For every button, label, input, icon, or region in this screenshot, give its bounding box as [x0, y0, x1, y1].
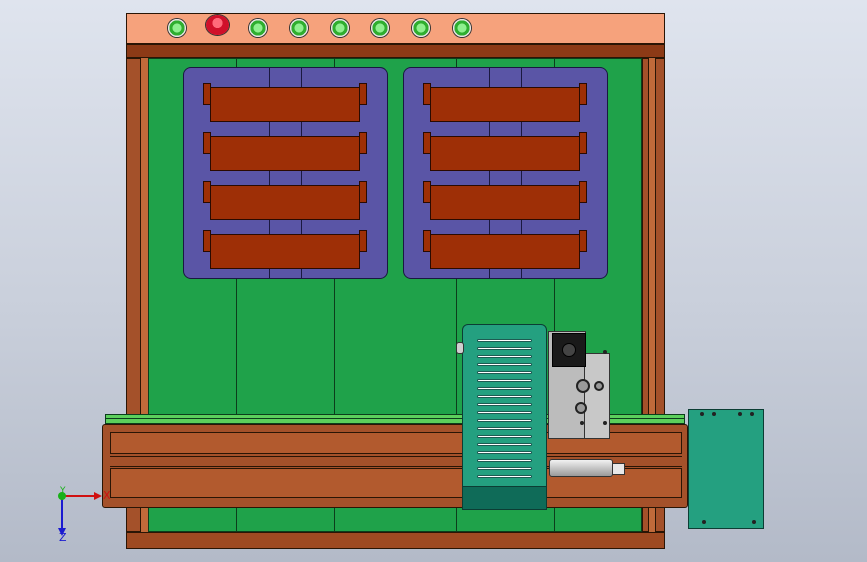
indicator-light[interactable] — [412, 19, 430, 37]
vent-slot — [477, 395, 532, 398]
screw-icon — [702, 520, 706, 524]
indicator-light[interactable] — [453, 19, 471, 37]
vent-slot — [477, 427, 532, 430]
bearing-icon — [576, 379, 590, 393]
tray[interactable] — [430, 185, 580, 220]
vent-slot — [477, 435, 532, 438]
tray-tab — [359, 83, 367, 105]
control-panel-ledge — [126, 44, 665, 58]
motor-shaft-icon — [562, 343, 576, 357]
vent-slot — [477, 387, 532, 390]
tray-tab — [359, 230, 367, 252]
tray-tab — [579, 83, 587, 105]
vent-slot — [477, 371, 532, 374]
tray[interactable] — [210, 185, 360, 220]
coordinate-triad — [58, 492, 102, 536]
tray-tab — [579, 230, 587, 252]
z-axis-label: Z — [59, 531, 67, 544]
indicator-light[interactable] — [168, 19, 186, 37]
bearing-icon — [575, 402, 587, 414]
screw-icon — [750, 412, 754, 416]
electrical-box[interactable] — [688, 409, 764, 529]
bolt-icon — [603, 350, 607, 354]
tray[interactable] — [210, 234, 360, 269]
vent-slot — [477, 363, 532, 366]
vent-slot — [477, 467, 532, 470]
vent-slot — [477, 403, 532, 406]
tray-tab — [579, 132, 587, 154]
screw-icon — [752, 520, 756, 524]
bolt-icon — [580, 421, 584, 425]
gripper-mount — [584, 353, 610, 439]
vent-slot — [477, 355, 532, 358]
tray[interactable] — [210, 87, 360, 122]
vent-slot — [477, 339, 532, 342]
tray[interactable] — [430, 87, 580, 122]
vent-slot — [477, 411, 532, 414]
vent-slot — [477, 347, 532, 350]
vent-slot — [477, 443, 532, 446]
screw-icon — [700, 412, 704, 416]
tray[interactable] — [430, 136, 580, 171]
y-axis-label: Y — [60, 486, 66, 496]
bolt-icon — [603, 421, 607, 425]
tray-tab — [359, 181, 367, 203]
indicator-light[interactable] — [331, 19, 349, 37]
tray[interactable] — [430, 234, 580, 269]
piston-tip — [612, 463, 625, 475]
x-axis-label: X — [103, 489, 111, 502]
vent-slot — [477, 459, 532, 462]
indicator-light[interactable] — [290, 19, 308, 37]
piston-knob — [456, 342, 464, 354]
screw-icon — [738, 412, 742, 416]
tray[interactable] — [210, 136, 360, 171]
axis-groove — [110, 456, 682, 457]
tray-tab — [359, 132, 367, 154]
screw-icon — [712, 412, 716, 416]
piston-rod — [549, 459, 613, 477]
carriage[interactable] — [462, 324, 547, 510]
indicator-light[interactable] — [249, 19, 267, 37]
bearing-icon — [594, 381, 604, 391]
bottom-beam — [126, 532, 665, 549]
vent-slot — [477, 379, 532, 382]
vent-slot — [477, 475, 532, 478]
vent-slot — [477, 419, 532, 422]
tray-tab — [579, 181, 587, 203]
vent-slot — [477, 451, 532, 454]
emergency-stop-button[interactable] — [206, 15, 229, 35]
indicator-light[interactable] — [371, 19, 389, 37]
carriage-base — [462, 486, 547, 510]
